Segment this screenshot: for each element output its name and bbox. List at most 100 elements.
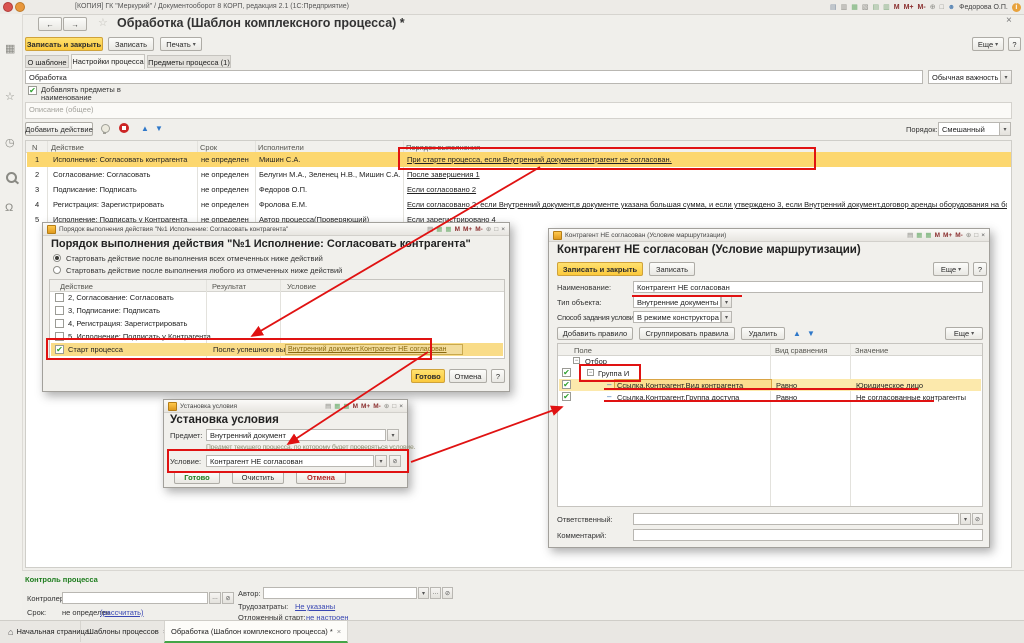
radio-start-after-any[interactable] xyxy=(53,266,61,274)
author-dropdown-icon[interactable]: ▾ xyxy=(418,587,429,599)
row-order-link[interactable]: При старте процесса, если Внутренний док… xyxy=(407,155,672,164)
table-row[interactable]: 5, Исполнение: Подписать у Контрагента xyxy=(51,330,503,343)
memory-mminus-icon[interactable]: М- xyxy=(918,4,926,11)
table-row[interactable]: 4, Регистрация: Зарегистрировать xyxy=(51,317,503,330)
object-type-dropdown-icon[interactable]: ▾ xyxy=(721,296,732,308)
term-calc-link[interactable]: (рассчитать) xyxy=(100,608,144,617)
move-down-icon[interactable]: ▼ xyxy=(807,329,815,338)
preview-icon[interactable]: ▧ xyxy=(862,3,869,11)
panel1-icon[interactable]: ▦ xyxy=(916,231,922,239)
memory-mplus-icon[interactable]: М+ xyxy=(463,226,472,233)
memory-mminus-icon[interactable]: М- xyxy=(475,226,483,233)
save-close-button[interactable]: Записать и закрыть xyxy=(25,37,103,51)
memory-m-icon[interactable]: М xyxy=(935,232,940,239)
row-checkbox-checked[interactable]: ✔ xyxy=(562,368,571,377)
filter-root-row[interactable]: − Отбор xyxy=(559,355,981,367)
print-button[interactable]: Печать ▾ xyxy=(160,37,202,51)
info-icon[interactable]: i xyxy=(1012,3,1021,12)
nav-back-button[interactable]: ← xyxy=(38,17,62,31)
user-name[interactable]: Федорова О.П. xyxy=(959,4,1008,11)
table-row[interactable]: 2 Согласование: Согласовать не определен… xyxy=(27,167,1011,182)
collapse-icon[interactable]: − xyxy=(573,357,580,364)
done-button[interactable]: Готово xyxy=(174,471,220,484)
col-header-order[interactable]: Порядок выполнения xyxy=(406,143,480,152)
col-header-action[interactable]: Действие xyxy=(60,282,93,291)
dialog1-titlebar[interactable]: Порядок выполнения действия "№1 Исполнен… xyxy=(43,223,509,236)
row-order-link[interactable]: Если согласовано 2 xyxy=(407,185,476,194)
row-checkbox-checked[interactable]: ✔ xyxy=(562,392,571,401)
clear-button[interactable]: Очистить xyxy=(232,471,284,484)
panel2-icon[interactable]: ▦ xyxy=(445,225,451,233)
author-clip-icon[interactable]: ⊘ xyxy=(442,587,453,599)
subject-dropdown-icon[interactable]: ▾ xyxy=(387,429,399,441)
dialog3-titlebar[interactable]: Контрагент НЕ согласован (Условие маршру… xyxy=(549,229,989,242)
send-icon[interactable]: ▦ xyxy=(851,3,858,11)
app-badge-orange[interactable] xyxy=(15,2,25,12)
tab-process-settings[interactable]: Настройки процесса xyxy=(71,54,145,69)
subject-select[interactable]: Внутренний документ xyxy=(206,429,386,441)
importance-dropdown-icon[interactable]: ▾ xyxy=(1000,70,1012,84)
history-clock-icon[interactable]: ◷ xyxy=(5,136,15,149)
app-badge-red[interactable] xyxy=(3,2,13,12)
panel2-icon[interactable]: ▦ xyxy=(925,231,931,239)
save-close-button[interactable]: Записать и закрыть xyxy=(557,262,643,276)
panel2-icon[interactable]: ▦ xyxy=(343,402,349,410)
memory-mplus-icon[interactable]: М+ xyxy=(361,403,370,410)
object-type-select[interactable]: Внутренние документы xyxy=(633,296,721,308)
memory-m-icon[interactable]: М xyxy=(455,226,460,233)
importance-select[interactable]: Обычная важность xyxy=(928,70,1001,84)
table-row[interactable]: 4 Регистрация: Зарегистрировать не опред… xyxy=(27,197,1011,212)
condition-method-select[interactable]: В режиме конструктора xyxy=(633,311,721,323)
row-order-link[interactable]: После завершения 1 xyxy=(407,170,480,179)
col-header-compare[interactable]: Вид сравнения xyxy=(775,346,827,355)
more-button[interactable]: Еще ▾ xyxy=(972,37,1004,51)
tab-templates[interactable]: Шаблоны процессов × xyxy=(80,621,173,642)
table-row[interactable]: 3 Подписание: Подписать не определен Фед… xyxy=(27,182,1011,197)
start-process-row[interactable]: ✔ Старт процесса После успешного вып... … xyxy=(51,343,503,356)
move-up-icon[interactable]: ▲ xyxy=(793,329,801,338)
notifications-bell-icon[interactable]: Ω xyxy=(5,202,13,214)
tab-about-template[interactable]: О шаблоне xyxy=(25,55,69,68)
add-rule-button[interactable]: Добавить правило xyxy=(557,327,633,340)
memory-mplus-icon[interactable]: М+ xyxy=(904,4,914,11)
zoom-icon[interactable]: ⊕ xyxy=(966,231,971,239)
favorite-star-icon[interactable]: ☆ xyxy=(98,16,108,29)
row-checkbox[interactable] xyxy=(55,319,64,328)
more-button-2[interactable]: Еще ▾ xyxy=(945,327,983,340)
delete-button[interactable]: Удалить xyxy=(741,327,785,340)
calendar-icon[interactable]: ▤ xyxy=(873,3,880,11)
memory-m-icon[interactable]: М xyxy=(894,4,900,11)
order-select[interactable]: Смешанный xyxy=(938,122,1000,136)
radio-start-after-all[interactable] xyxy=(53,254,61,262)
name-input[interactable]: Контрагент НЕ согласован xyxy=(633,281,983,293)
rule-field-cell[interactable]: Ссылка.Контрагент.Вид контрагента xyxy=(614,379,772,390)
cancel-button[interactable]: Отмена xyxy=(449,369,487,383)
memory-m-icon[interactable]: М xyxy=(353,403,358,410)
add-subjects-checkbox[interactable]: ✔ xyxy=(28,86,37,95)
maximize-icon[interactable]: □ xyxy=(494,226,498,233)
zoom-icon[interactable]: ⊕ xyxy=(930,3,936,11)
close-icon[interactable]: × xyxy=(501,226,505,233)
condition-method-dropdown-icon[interactable]: ▾ xyxy=(721,311,732,323)
col-header-term[interactable]: Срок xyxy=(200,143,217,152)
window-close-icon[interactable]: × xyxy=(1006,15,1012,26)
copy-icon[interactable]: ▤ xyxy=(907,231,913,239)
controller-pick-button[interactable]: … xyxy=(209,592,221,604)
save-icon[interactable]: ▤ xyxy=(830,3,837,11)
zoom-icon[interactable]: ⊕ xyxy=(384,402,389,410)
close-icon[interactable]: × xyxy=(981,232,985,239)
author-pick-button[interactable]: … xyxy=(430,587,441,599)
panels-icon[interactable]: □ xyxy=(940,4,944,11)
copy-icon[interactable]: ▤ xyxy=(427,225,433,233)
effort-link[interactable]: Не указаны xyxy=(295,602,335,611)
maximize-icon[interactable]: □ xyxy=(392,403,396,410)
order-dropdown-icon[interactable]: ▾ xyxy=(999,122,1011,136)
tab-process-subjects[interactable]: Предметы процесса (1) xyxy=(147,55,231,68)
calc-icon[interactable]: ▥ xyxy=(883,3,890,11)
stop-icon[interactable] xyxy=(119,123,129,133)
favorites-star-icon[interactable]: ☆ xyxy=(5,90,15,103)
memory-mminus-icon[interactable]: М- xyxy=(955,232,963,239)
menu-grid-icon[interactable]: ▦ xyxy=(5,42,15,55)
table-row[interactable]: 3, Подписание: Подписать xyxy=(51,304,503,317)
responsible-input[interactable] xyxy=(633,513,959,525)
